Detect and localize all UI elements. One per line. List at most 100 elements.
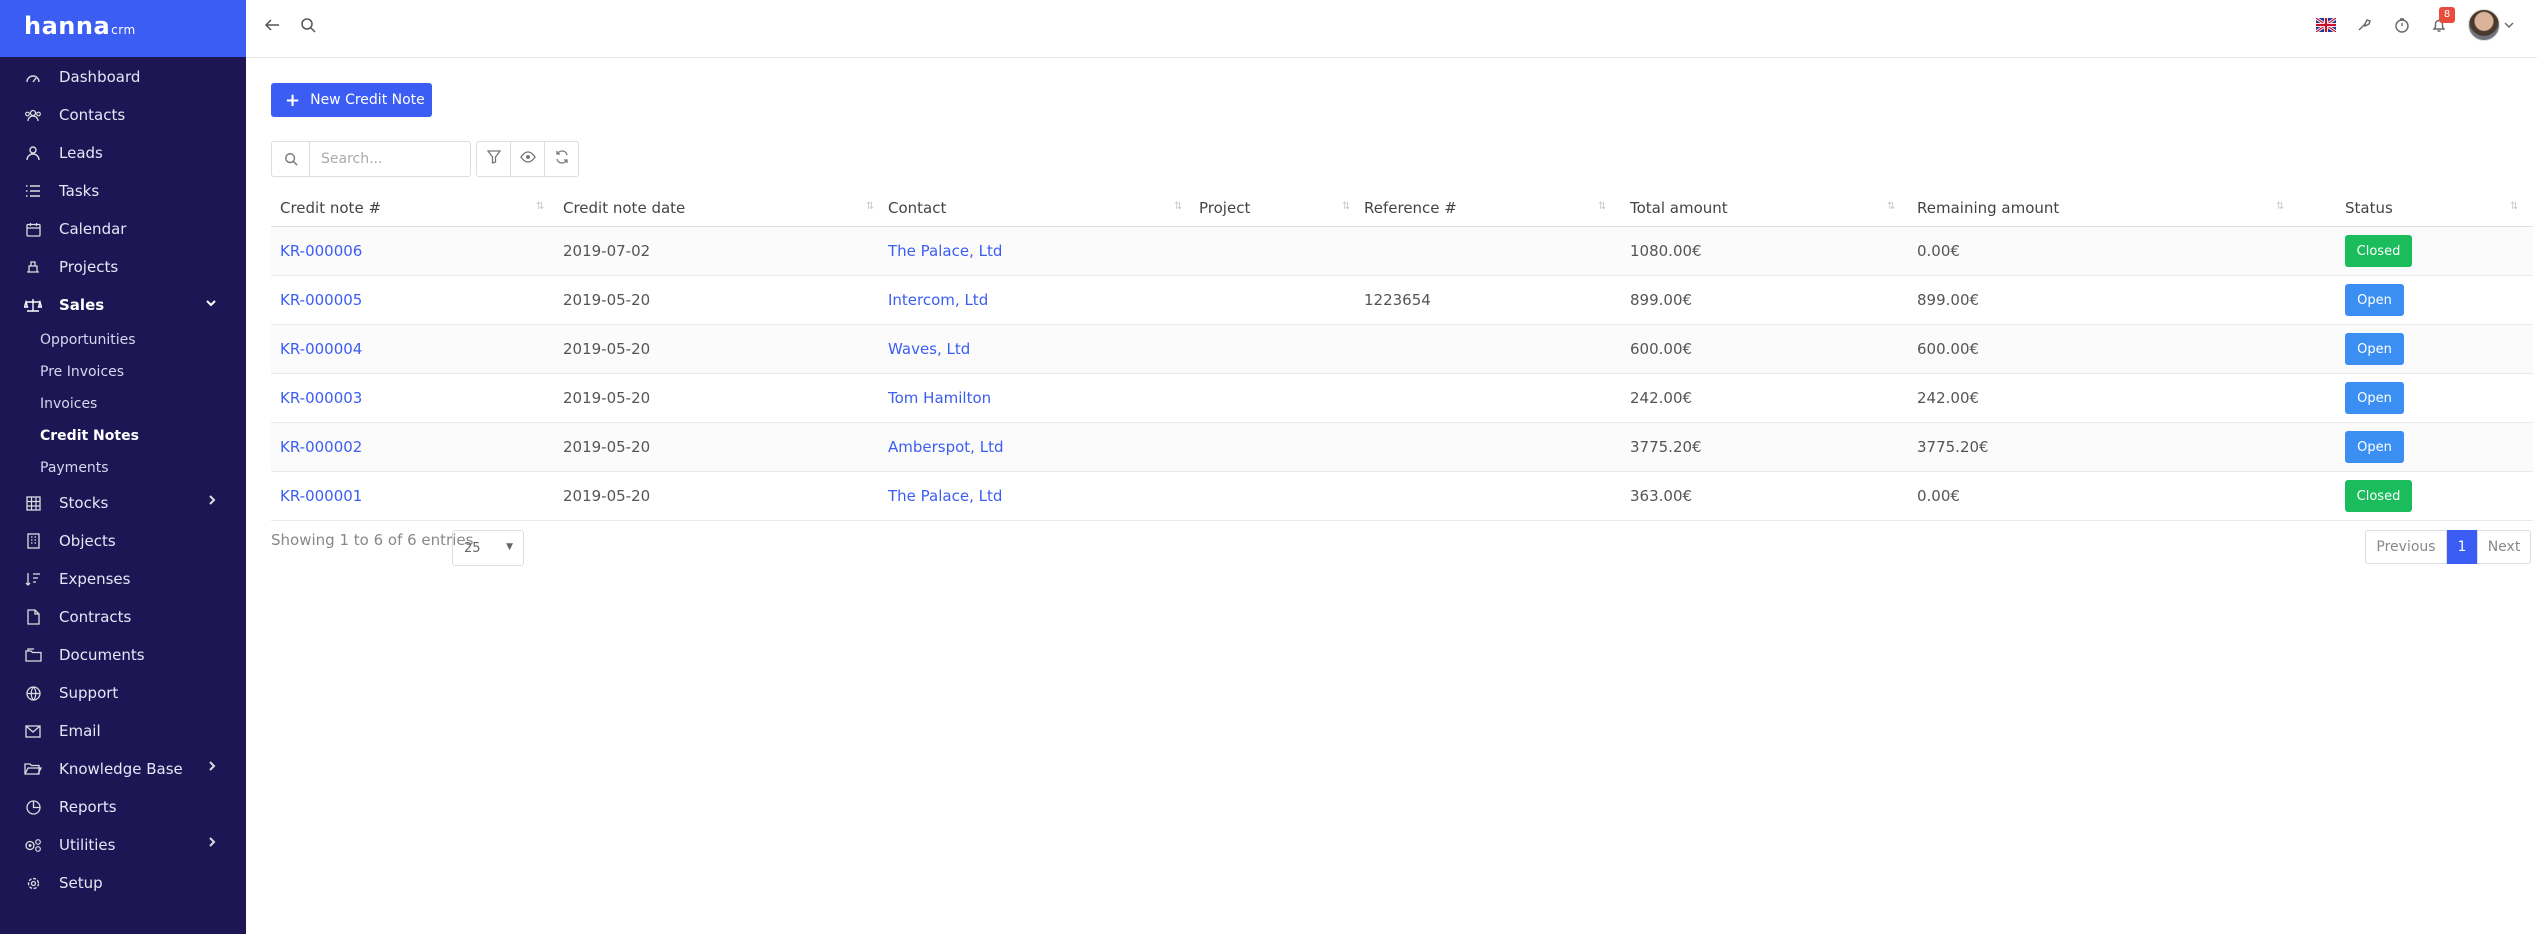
column-header-project[interactable]: Project — [1199, 199, 1250, 217]
status-badge[interactable]: Open — [2345, 284, 2404, 316]
chevron-down-icon[interactable] — [2502, 13, 2516, 37]
sidebar-item-setup[interactable]: Setup — [0, 864, 246, 902]
setup-icon — [24, 875, 42, 891]
sidebar-item-utilities[interactable]: Utilities — [0, 826, 246, 864]
notification-badge: 8 — [2439, 7, 2455, 23]
cell-contact[interactable]: The Palace, Ltd — [888, 242, 1002, 260]
sidebar-item-contacts[interactable]: Contacts — [0, 96, 246, 134]
filter-button[interactable] — [476, 141, 511, 177]
cell-number[interactable]: KR-000003 — [280, 389, 362, 407]
column-header-date[interactable]: Credit note date — [563, 199, 685, 217]
sidebar-subitem-invoices[interactable]: Invoices — [40, 389, 97, 419]
column-header-remaining[interactable]: Remaining amount — [1917, 199, 2059, 217]
column-header-number[interactable]: Credit note # — [280, 199, 381, 217]
timer-icon[interactable] — [2390, 13, 2414, 37]
logo[interactable]: hannacrm — [24, 12, 136, 40]
status-badge[interactable]: Closed — [2345, 480, 2412, 512]
sidebar-subitem-opportunities[interactable]: Opportunities — [40, 325, 136, 355]
sidebar-item-expenses[interactable]: Expenses — [0, 560, 246, 598]
cell-reference: 1223654 — [1364, 291, 1431, 309]
sidebar-item-tasks[interactable]: Tasks — [0, 172, 246, 210]
cell-number[interactable]: KR-000006 — [280, 242, 362, 260]
avatar[interactable] — [2468, 9, 2500, 41]
sidebar-item-label: Email — [59, 722, 101, 740]
cell-remaining: 242.00€ — [1917, 389, 1980, 407]
logo-area: hannacrm — [0, 0, 246, 57]
cell-number[interactable]: KR-000004 — [280, 340, 362, 358]
sort-icon[interactable]: ⇅ — [1174, 201, 1182, 212]
page-length-select[interactable]: 25 ▼ — [452, 530, 524, 566]
refresh-button[interactable] — [544, 141, 579, 177]
column-header-total[interactable]: Total amount — [1630, 199, 1728, 217]
sidebar: hannacrm Dashboard Contacts Leads Tasks Cale… — [0, 0, 246, 934]
sidebar-subitem-credit-notes[interactable]: Credit Notes — [40, 421, 139, 451]
cell-date: 2019-05-20 — [563, 389, 651, 407]
cell-contact[interactable]: Tom Hamilton — [888, 389, 991, 407]
sidebar-item-leads[interactable]: Leads — [0, 134, 246, 172]
sidebar-item-email[interactable]: Email — [0, 712, 246, 750]
cell-number[interactable]: KR-000005 — [280, 291, 362, 309]
status-badge[interactable]: Open — [2345, 333, 2404, 365]
sidebar-item-knowledge-base[interactable]: Knowledge Base — [0, 750, 246, 788]
sidebar-item-objects[interactable]: Objects — [0, 522, 246, 560]
table-row: KR-000001 2019-05-20 The Palace, Ltd 363.00… — [271, 472, 2533, 521]
sidebar-item-sales[interactable]: Sales — [0, 286, 246, 324]
sidebar-subitem-pre-invoices[interactable]: Pre Invoices — [40, 357, 124, 387]
chevron-right-icon — [209, 494, 216, 508]
sidebar-item-label: Knowledge Base — [59, 760, 183, 778]
sidebar-item-label: Support — [59, 684, 119, 702]
projects-icon — [24, 259, 42, 275]
pagination: Previous 1 Next — [2365, 530, 2531, 564]
back-arrow-icon[interactable] — [260, 13, 284, 37]
column-header-reference[interactable]: Reference # — [1364, 199, 1457, 217]
sidebar-item-stocks[interactable]: Stocks — [0, 484, 246, 522]
sidebar-item-calendar[interactable]: Calendar — [0, 210, 246, 248]
sidebar-item-label: Reports — [59, 798, 117, 816]
uk-flag-icon[interactable] — [2314, 13, 2338, 37]
chevron-right-icon — [209, 836, 216, 850]
sidebar-item-label: Projects — [59, 258, 119, 276]
sort-icon[interactable]: ⇅ — [866, 201, 874, 212]
sort-icon[interactable]: ⇅ — [1342, 201, 1350, 212]
sidebar-item-label: Documents — [59, 646, 145, 664]
calendar-icon — [24, 221, 42, 237]
status-badge[interactable]: Closed — [2345, 235, 2412, 267]
sidebar-item-documents[interactable]: Documents — [0, 636, 246, 674]
next-button[interactable]: Next — [2477, 530, 2531, 564]
cell-number[interactable]: KR-000002 — [280, 438, 362, 456]
sort-icon[interactable]: ⇅ — [1887, 201, 1895, 212]
caret-down-icon: ▼ — [506, 542, 513, 552]
sidebar-item-dashboard[interactable]: Dashboard — [0, 58, 246, 96]
cell-total: 242.00€ — [1630, 389, 1693, 407]
cell-contact[interactable]: Waves, Ltd — [888, 340, 970, 358]
status-badge[interactable]: Open — [2345, 431, 2404, 463]
page-1-button[interactable]: 1 — [2447, 530, 2477, 564]
cell-number[interactable]: KR-000001 — [280, 487, 362, 505]
sort-icon[interactable]: ⇅ — [1598, 201, 1606, 212]
search-input[interactable] — [311, 142, 470, 176]
sort-icon[interactable]: ⇅ — [2510, 201, 2518, 212]
search-icon[interactable] — [296, 13, 320, 37]
sort-icon[interactable]: ⇅ — [536, 201, 544, 212]
status-badge[interactable]: Open — [2345, 382, 2404, 414]
sidebar-subitem-payments[interactable]: Payments — [40, 453, 109, 483]
cell-contact[interactable]: Amberspot, Ltd — [888, 438, 1003, 456]
sidebar-item-reports[interactable]: Reports — [0, 788, 246, 826]
new-credit-note-button[interactable]: + New Credit Note — [271, 83, 432, 117]
table-row: KR-000003 2019-05-20 Tom Hamilton 242.00€ 24… — [271, 374, 2533, 423]
stocks-icon — [24, 495, 42, 511]
tools-icon[interactable] — [2352, 13, 2376, 37]
sort-icon[interactable]: ⇅ — [2276, 201, 2284, 212]
cell-contact[interactable]: The Palace, Ltd — [888, 487, 1002, 505]
logo-subtext: crm — [111, 23, 136, 37]
sidebar-item-contracts[interactable]: Contracts — [0, 598, 246, 636]
cell-contact[interactable]: Intercom, Ltd — [888, 291, 988, 309]
column-header-status[interactable]: Status — [2345, 199, 2393, 217]
column-header-contact[interactable]: Contact — [888, 199, 946, 217]
sidebar-item-projects[interactable]: Projects — [0, 248, 246, 286]
sidebar-item-support[interactable]: Support — [0, 674, 246, 712]
contracts-icon — [24, 609, 42, 625]
visibility-button[interactable] — [510, 141, 545, 177]
reports-icon — [24, 799, 42, 815]
previous-button[interactable]: Previous — [2365, 530, 2447, 564]
